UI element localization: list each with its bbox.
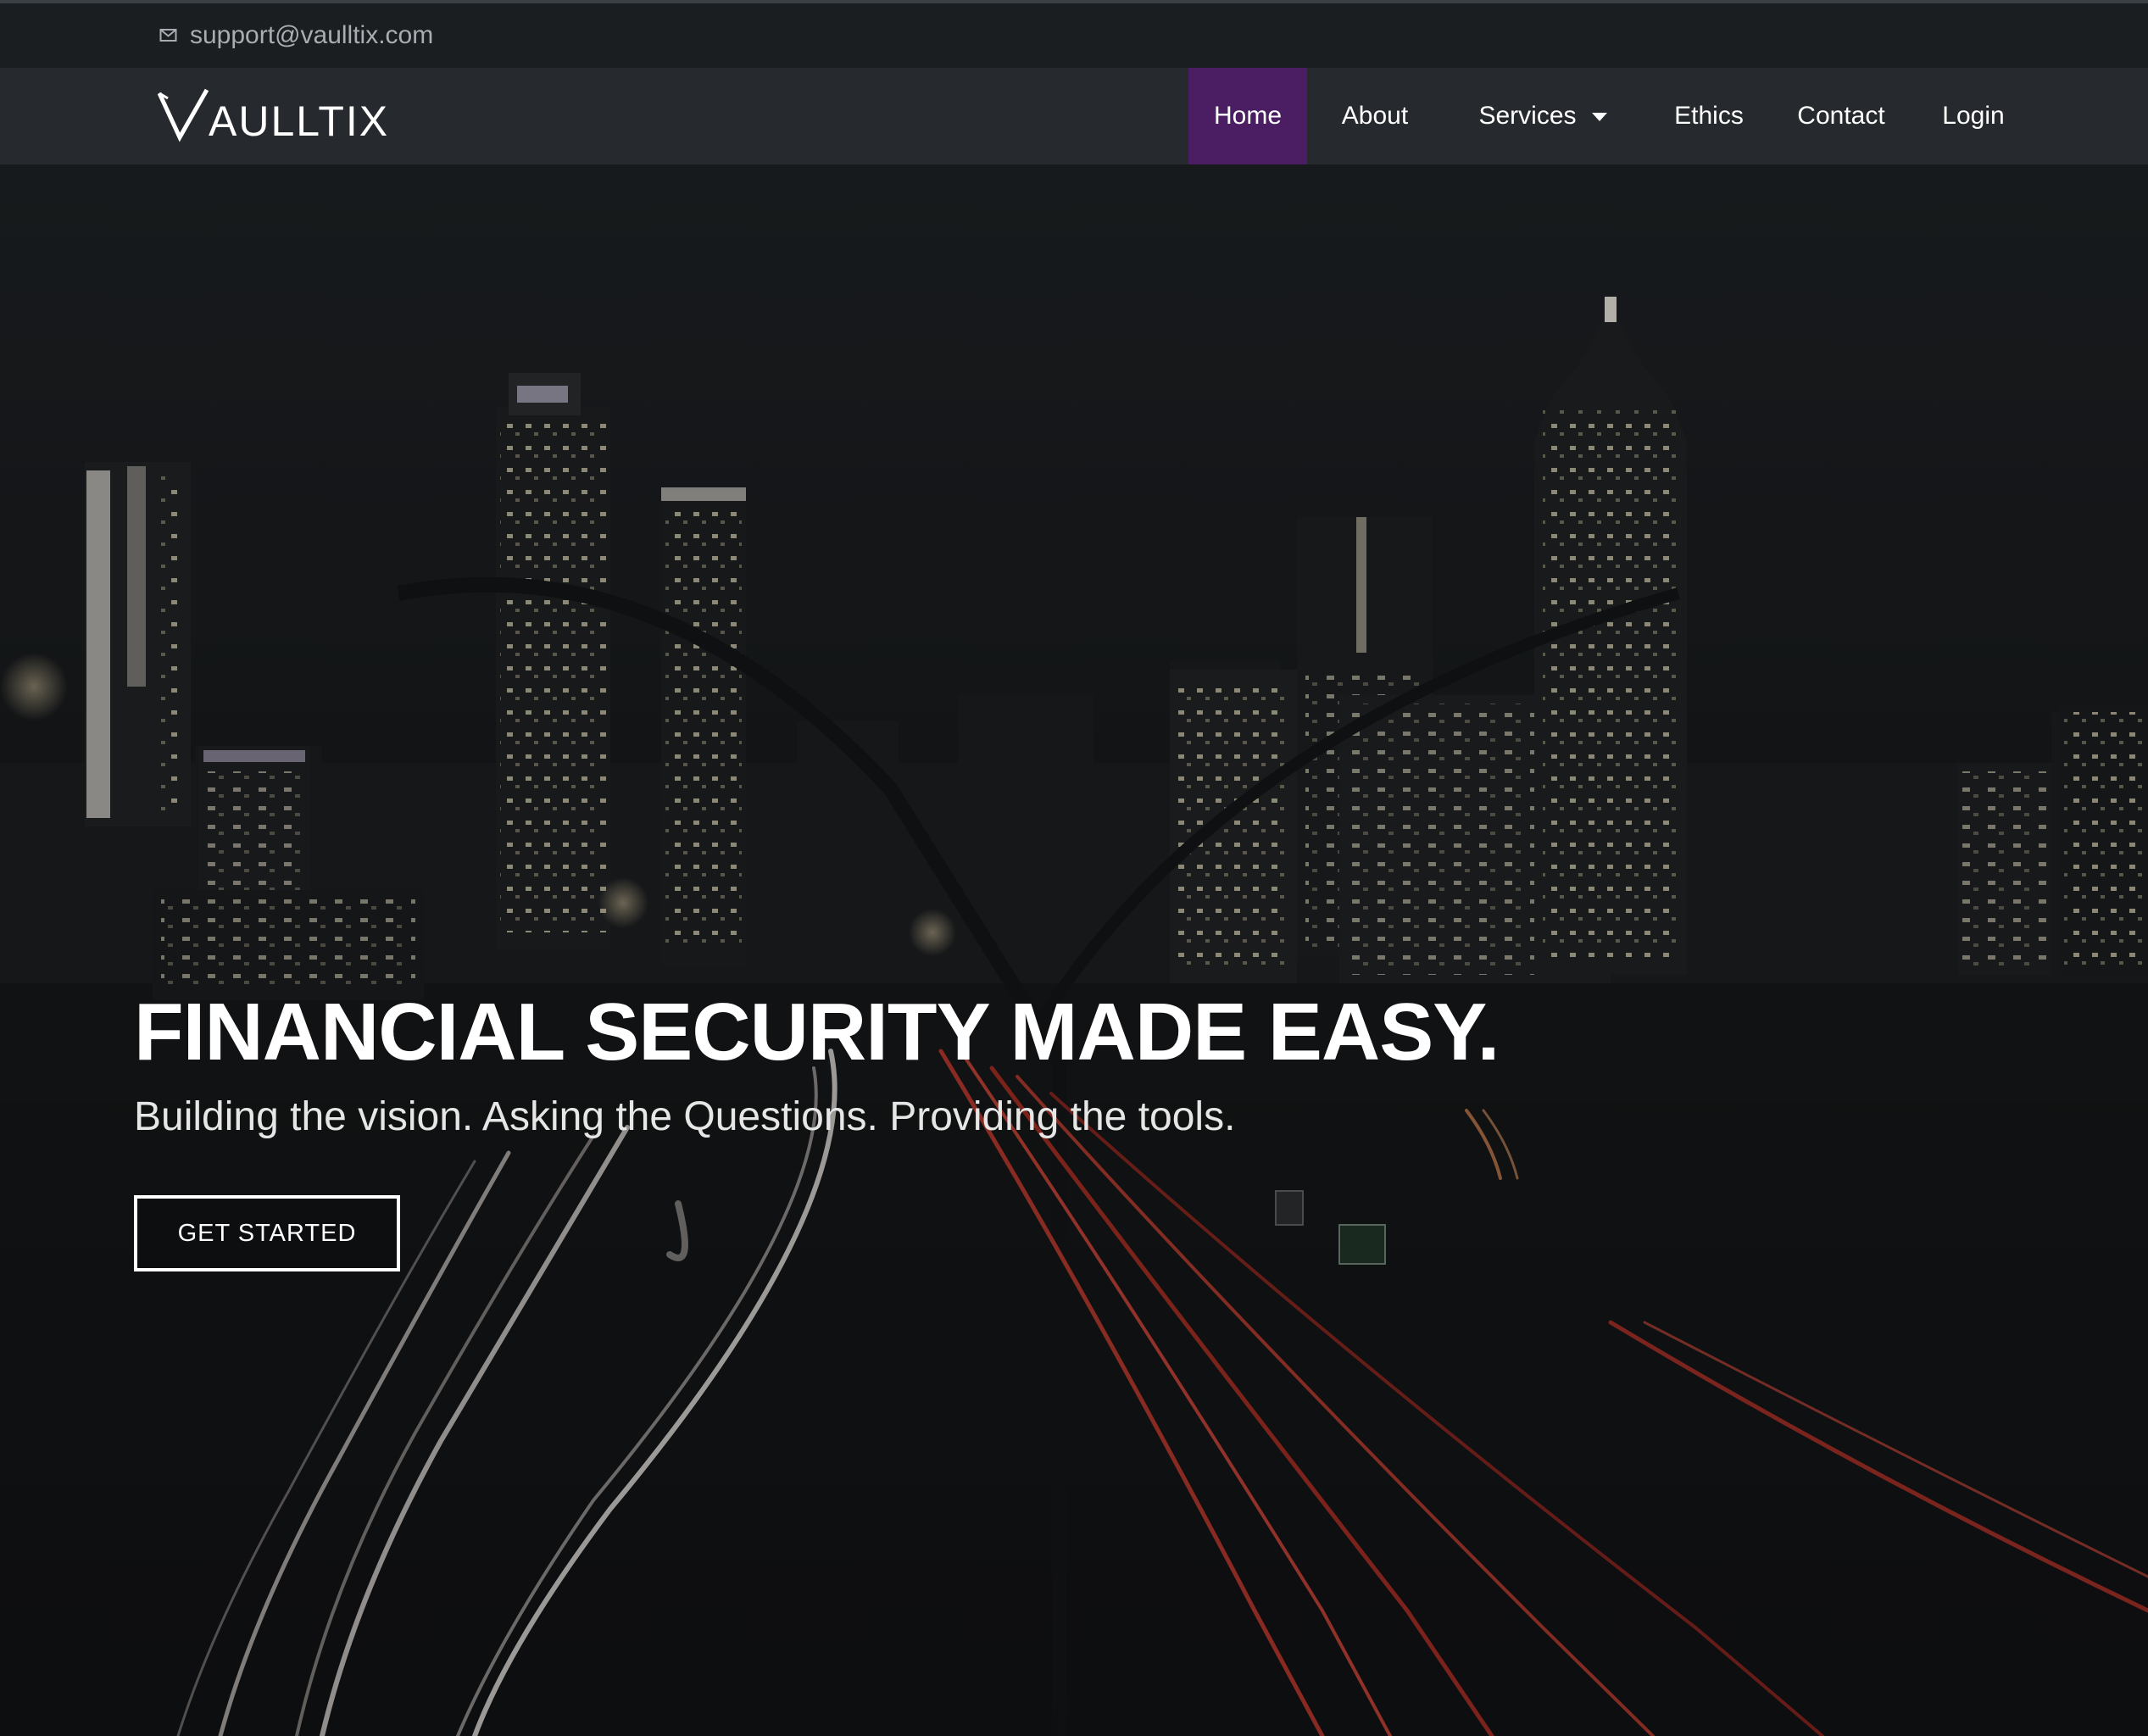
nav-item-ethics[interactable]: Ethics bbox=[1643, 68, 1775, 164]
hero-subtitle: Building the vision. Asking the Question… bbox=[134, 1094, 1236, 1139]
top-contact-bar: support@vaulltix.com bbox=[0, 0, 2148, 68]
nav-menu: Home About Services Ethics Contact Login bbox=[1188, 68, 2039, 164]
nav-item-contact[interactable]: Contact bbox=[1775, 68, 1907, 164]
main-navbar: AULLTIX Home About Services Ethics Conta… bbox=[0, 68, 2148, 164]
brand-logo-mark: AULLTIX bbox=[158, 88, 389, 142]
nav-item-login[interactable]: Login bbox=[1907, 68, 2039, 164]
chevron-down-icon bbox=[1591, 113, 1607, 121]
brand-logo[interactable]: AULLTIX bbox=[158, 86, 395, 142]
nav-item-home[interactable]: Home bbox=[1188, 68, 1307, 164]
hero-title: FINANCIAL SECURITY MADE EASY. bbox=[134, 987, 1500, 1077]
get-started-button[interactable]: GET STARTED bbox=[134, 1195, 400, 1271]
page: support@vaulltix.com AULLTIX Home About … bbox=[0, 0, 2148, 1736]
nav-item-home-label: Home bbox=[1213, 102, 1283, 130]
support-email-text: support@vaulltix.com bbox=[190, 21, 434, 49]
hero-background-image bbox=[0, 0, 2148, 1736]
envelope-icon bbox=[159, 27, 180, 44]
hero-section: FINANCIAL SECURITY MADE EASY. Building t… bbox=[134, 983, 1500, 1271]
nav-item-about[interactable]: About bbox=[1307, 68, 1443, 164]
nav-item-login-label: Login bbox=[1942, 102, 2005, 130]
nav-item-ethics-label: Ethics bbox=[1674, 102, 1744, 130]
get-started-label: GET STARTED bbox=[177, 1219, 357, 1247]
nav-item-services[interactable]: Services bbox=[1443, 68, 1643, 164]
brand-logo-text: AULLTIX bbox=[209, 97, 389, 142]
nav-item-services-label: Services bbox=[1478, 102, 1577, 130]
support-email-link[interactable]: support@vaulltix.com bbox=[159, 19, 433, 53]
nav-item-contact-label: Contact bbox=[1797, 102, 1885, 130]
nav-item-about-label: About bbox=[1341, 102, 1409, 130]
